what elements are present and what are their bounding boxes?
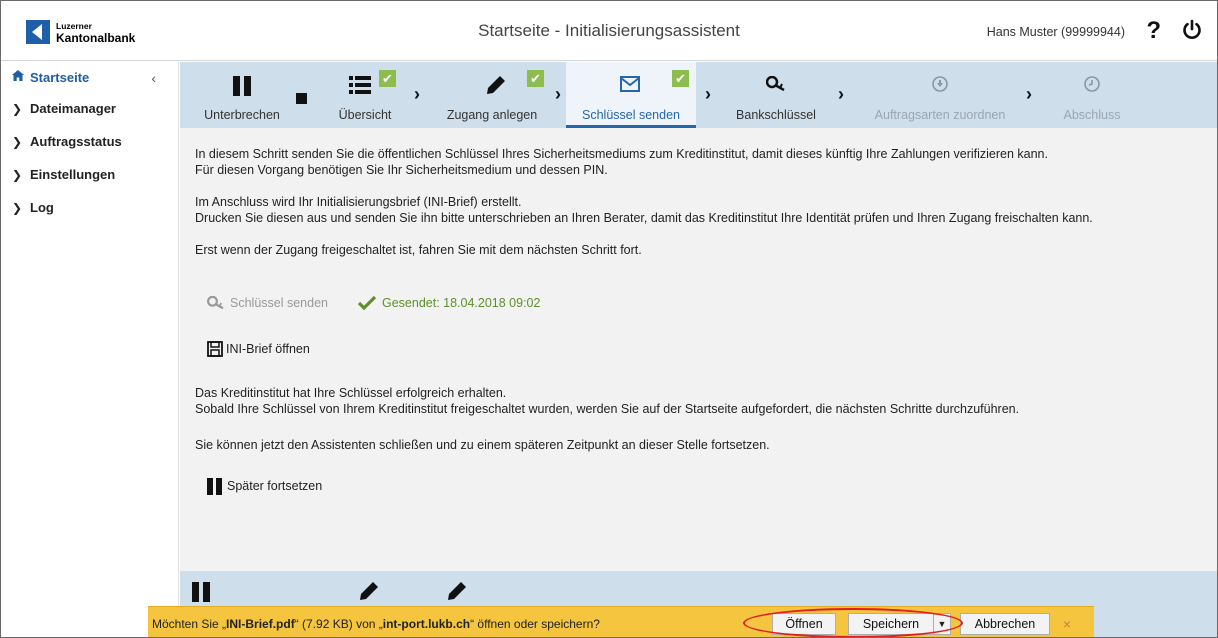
step-zugang-anlegen[interactable]: ✔ Zugang anlegen	[426, 62, 558, 128]
step-label: Bankschlüssel	[736, 108, 816, 122]
sidebar: ‹ Startseite ❯ Dateimanager ❯ Auftragsst…	[1, 62, 179, 637]
chevron-right-icon: ❯	[12, 200, 23, 215]
check-icon: ✔	[379, 70, 396, 87]
info-text: Drucken Sie diesen aus und senden Sie ih…	[195, 211, 1093, 225]
download-prompt-text: “ öffnen oder speichern?	[470, 617, 600, 631]
download-notification-bar: Möchten Sie „INI-Brief.pdf“ (7.92 KB) vo…	[148, 606, 1094, 637]
step-abschluss: Abschluss	[1042, 62, 1142, 128]
app-window: Luzerner Kantonalbank Startseite - Initi…	[0, 0, 1218, 638]
continue-later-button[interactable]: Später fortsetzen	[207, 477, 323, 495]
save-options-dropdown[interactable]: ▼	[933, 613, 951, 635]
download-prompt-text: “ (7.92 KB) von „	[294, 617, 383, 631]
check-icon: ✔	[527, 70, 544, 87]
header: Luzerner Kantonalbank Startseite - Initi…	[1, 1, 1217, 61]
download-prompt: Möchten Sie „INI-Brief.pdf“ (7.92 KB) vo…	[152, 617, 600, 631]
open-ini-label: INI-Brief öffnen	[226, 342, 310, 356]
close-icon[interactable]: ×	[1063, 616, 1071, 632]
clock-icon	[1084, 76, 1100, 95]
pause-icon	[207, 477, 223, 495]
key-icon	[765, 75, 786, 95]
sidebar-item-label: Log	[30, 200, 54, 215]
step-label: Übersicht	[338, 108, 392, 122]
step-label: Schlüssel senden	[582, 108, 680, 122]
sent-status-text: Gesendet: 18.04.2018 09:02	[381, 296, 541, 310]
info-text: Für diesen Vorgang benötigen Sie Ihr Sic…	[195, 163, 608, 177]
active-step-indicator	[566, 125, 696, 128]
list-icon	[349, 76, 371, 97]
envelope-icon	[620, 76, 640, 95]
send-key-row: Schlüssel senden Gesendet: 18.04.2018 09…	[195, 288, 1205, 318]
pause-icon	[192, 582, 210, 602]
cancel-button[interactable]: Abbrechen	[960, 613, 1050, 635]
open-ini-row: INI-Brief öffnen	[195, 334, 1205, 364]
sidebar-collapse-icon[interactable]: ‹	[151, 70, 156, 86]
sent-status: Gesendet: 18.04.2018 09:02	[357, 296, 541, 310]
chevron-right-icon: ›	[1026, 84, 1032, 104]
sidebar-item-label: Dateimanager	[30, 101, 116, 116]
download-prompt-text: Möchten Sie „	[152, 617, 227, 631]
step-bankschluessel[interactable]: Bankschlüssel	[718, 62, 834, 128]
sidebar-item-auftragsstatus[interactable]: ❯ Auftragsstatus	[1, 125, 178, 158]
step-label: Unterbrechen	[204, 108, 280, 122]
sidebar-item-label: Einstellungen	[30, 167, 116, 182]
power-icon[interactable]	[1181, 19, 1203, 44]
step-schluessel-senden[interactable]: ✔ Schlüssel senden	[566, 62, 696, 128]
chevron-right-icon: ›	[555, 84, 561, 104]
later-row: Später fortsetzen	[195, 471, 1205, 501]
step-label: Auftragsarten zuordnen	[874, 108, 1006, 122]
open-button[interactable]: Öffnen	[772, 613, 836, 635]
checkmark-icon	[357, 296, 376, 310]
user-name[interactable]: Hans Muster (99999944)	[987, 25, 1125, 39]
step-label: Abschluss	[1063, 108, 1121, 122]
help-icon[interactable]: ?	[1146, 17, 1161, 45]
chevron-right-icon: ›	[414, 84, 420, 104]
home-icon	[12, 70, 26, 84]
open-ini-button[interactable]: INI-Brief öffnen	[207, 341, 310, 357]
check-icon: ✔	[672, 70, 689, 87]
info-text: Sie können jetzt den Assistenten schließ…	[195, 438, 770, 452]
sidebar-item-dateimanager[interactable]: ❯ Dateimanager	[1, 92, 178, 125]
send-key-label: Schlüssel senden	[230, 296, 328, 310]
step-label: Zugang anlegen	[446, 108, 538, 122]
save-button[interactable]: Speichern	[848, 613, 934, 635]
main-content: Unterbrechen ✔ Übersicht › ✔ Zugang anle…	[180, 62, 1217, 637]
info-text: Sobald Ihre Schlüssel von Ihrem Kreditin…	[195, 402, 1020, 416]
save-disk-icon	[207, 341, 223, 357]
info-text: Erst wenn der Zugang freigeschaltet ist,…	[195, 243, 642, 257]
sidebar-item-log[interactable]: ❯ Log	[1, 191, 178, 224]
chevron-right-icon: ›	[838, 84, 844, 104]
chevron-right-icon: ›	[705, 84, 711, 104]
sidebar-item-label: Auftragsstatus	[30, 134, 122, 149]
sidebar-item-einstellungen[interactable]: ❯ Einstellungen	[1, 158, 178, 191]
chevron-right-icon: ❯	[12, 101, 23, 116]
chevron-right-icon: ❯	[12, 167, 23, 182]
download-circle-icon	[932, 76, 948, 95]
step-content: In diesem Schritt senden Sie die öffentl…	[195, 146, 1205, 501]
pencil-icon	[360, 582, 378, 600]
step-unterbrechen[interactable]: Unterbrechen	[186, 62, 298, 128]
pencil-icon	[448, 582, 466, 600]
info-text: Das Kreditinstitut hat Ihre Schlüssel er…	[195, 386, 507, 400]
step-auftragsarten-zuordnen: Auftragsarten zuordnen	[860, 62, 1020, 128]
pause-icon	[233, 76, 251, 99]
continue-later-label: Später fortsetzen	[227, 479, 323, 493]
step-uebersicht[interactable]: ✔ Übersicht	[320, 62, 410, 128]
stop-icon	[296, 93, 307, 107]
sidebar-item-label: Startseite	[30, 69, 90, 85]
chevron-right-icon: ❯	[12, 134, 23, 149]
info-text: In diesem Schritt senden Sie die öffentl…	[195, 147, 1048, 161]
send-key-button: Schlüssel senden	[207, 296, 328, 310]
download-filename: INI-Brief.pdf	[226, 617, 295, 631]
download-host: int-port.lukb.ch	[382, 617, 471, 631]
wizard-steps: Unterbrechen ✔ Übersicht › ✔ Zugang anle…	[180, 62, 1217, 128]
info-text: Im Anschluss wird Ihr Initialisierungsbr…	[195, 195, 522, 209]
key-icon	[207, 296, 225, 310]
pencil-icon	[487, 76, 505, 97]
